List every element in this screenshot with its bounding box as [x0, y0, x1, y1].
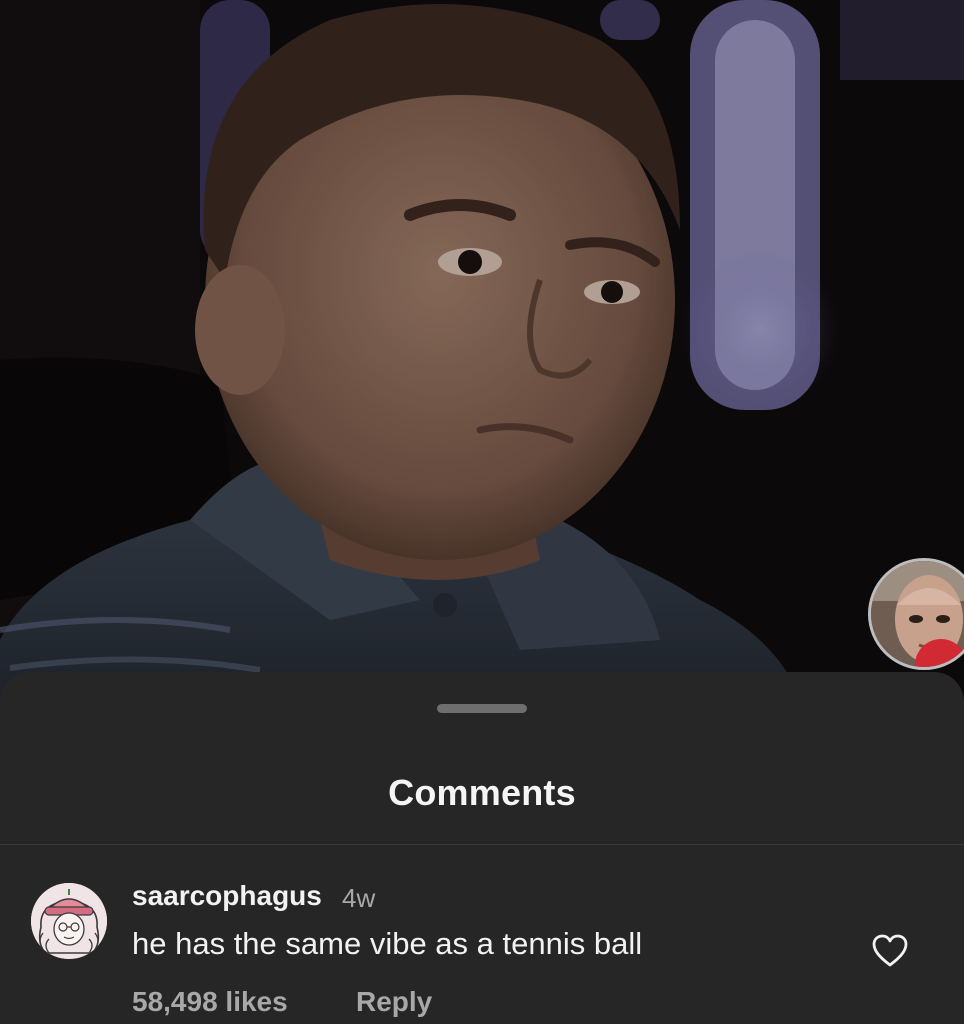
comments-title: Comments	[388, 772, 576, 813]
comment-timestamp: 4w	[342, 883, 376, 913]
post-media-image	[0, 0, 964, 700]
comments-screen: Comments saarcophagus 4w he has the same…	[0, 0, 964, 1024]
comment-item: saarcophagus 4w he has the same vibe as …	[0, 846, 964, 1024]
comment-text: he has the same vibe as a tennis ball	[132, 926, 643, 961]
comment-like-count[interactable]: 58,498 likes	[132, 986, 288, 1018]
like-button[interactable]	[872, 934, 908, 968]
reply-button[interactable]: Reply	[356, 986, 432, 1018]
cartoon-avatar-icon	[31, 883, 107, 959]
media-dim-overlay	[0, 0, 964, 700]
divider	[0, 844, 964, 845]
comment-username[interactable]: saarcophagus	[132, 880, 322, 912]
user-avatar-photo	[871, 561, 964, 667]
heart-outline-icon	[872, 934, 908, 967]
commenter-avatar[interactable]	[31, 883, 107, 959]
sheet-drag-handle[interactable]	[437, 704, 527, 713]
comments-sheet: Comments saarcophagus 4w he has the same…	[0, 672, 964, 1024]
